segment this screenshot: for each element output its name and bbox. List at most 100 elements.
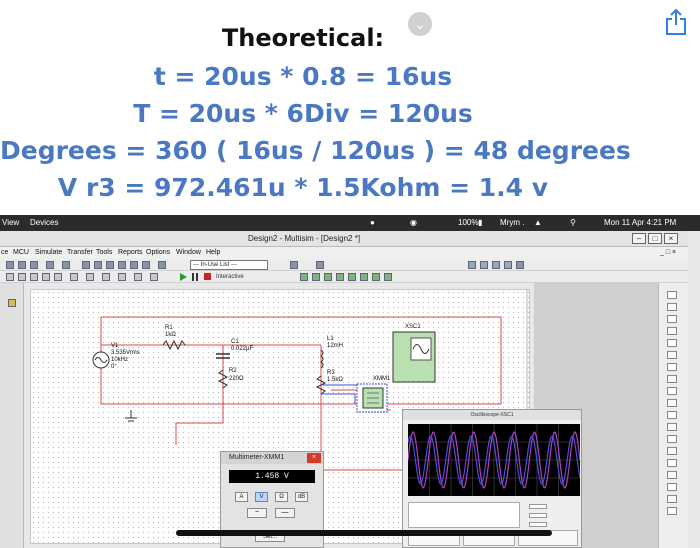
iv-analyzer-icon[interactable] [667, 411, 677, 419]
zoom-out-icon[interactable] [480, 261, 488, 269]
oscilloscope-title[interactable]: Oscilloscope-XSC1 [403, 410, 581, 420]
chevron-down-icon[interactable]: ⌄ [408, 12, 432, 36]
ground-icon[interactable] [18, 273, 26, 281]
instrument-icon[interactable] [300, 273, 308, 281]
mixed-icon[interactable] [86, 273, 94, 281]
search-icon[interactable]: ⚲ [570, 215, 576, 231]
instrument-icon[interactable] [348, 273, 356, 281]
in-use-list-dropdown[interactable]: --- In-Use List --- [190, 260, 268, 270]
zoom-in-icon[interactable] [468, 261, 476, 269]
bode-plotter-icon[interactable] [667, 351, 677, 359]
stop-icon[interactable] [204, 273, 211, 280]
transistor-icon[interactable] [54, 273, 62, 281]
probe-icon[interactable] [290, 261, 298, 269]
database-icon[interactable] [106, 261, 114, 269]
function-generator-icon[interactable] [667, 303, 677, 311]
design-toolbox-panel [0, 283, 24, 548]
instrument-icon[interactable] [360, 273, 368, 281]
postprocessor-icon[interactable] [142, 261, 150, 269]
oscilloscope-window[interactable]: Oscilloscope-XSC1 [402, 409, 582, 548]
measure-icon[interactable] [316, 261, 324, 269]
indicator-icon[interactable] [102, 273, 110, 281]
save-button[interactable] [529, 513, 547, 518]
menu-options[interactable]: Options [146, 247, 170, 259]
folder-icon[interactable] [8, 299, 16, 307]
grid-icon[interactable] [82, 261, 90, 269]
fullscreen-icon[interactable] [516, 261, 524, 269]
microphone-icon[interactable]: ● [370, 215, 375, 231]
maximize-button[interactable]: □ [648, 233, 662, 244]
close-button[interactable]: × [664, 233, 678, 244]
os-menu-devices[interactable]: Devices [30, 215, 58, 231]
instrument-icon[interactable] [384, 273, 392, 281]
source-icon[interactable] [6, 273, 14, 281]
menu-transfer[interactable]: Transfer [67, 247, 93, 259]
ext-trigger-button[interactable] [529, 522, 547, 527]
zoom-area-icon[interactable] [492, 261, 500, 269]
run-icon[interactable] [180, 273, 187, 281]
mode-ammeter-button[interactable]: A [235, 492, 248, 502]
zoom-fit-icon[interactable] [504, 261, 512, 269]
frequency-counter-icon[interactable] [667, 363, 677, 371]
oscilloscope-icon[interactable] [667, 327, 677, 335]
reverse-button[interactable] [529, 504, 547, 509]
paste-icon[interactable] [30, 261, 38, 269]
word-generator-icon[interactable] [667, 375, 677, 383]
wifi-icon[interactable]: ▲ [534, 215, 542, 231]
ic-icon[interactable] [70, 273, 78, 281]
menu-mcu[interactable]: MCU [13, 247, 29, 259]
logic-analyzer-icon[interactable] [667, 387, 677, 395]
logic-converter-icon[interactable] [667, 399, 677, 407]
component-icon[interactable] [118, 261, 126, 269]
undo-icon[interactable] [46, 261, 54, 269]
menu-window[interactable]: Window [176, 247, 201, 259]
probe-icon[interactable] [667, 483, 677, 491]
instrument-icon[interactable] [336, 273, 344, 281]
spreadsheet-icon[interactable] [94, 261, 102, 269]
menu-place[interactable]: ce [1, 247, 8, 259]
rf-icon[interactable] [134, 273, 142, 281]
user-name[interactable]: Mrym . [500, 215, 524, 231]
instrument-icon[interactable] [312, 273, 320, 281]
resistor-icon[interactable] [30, 273, 38, 281]
spectrum-analyzer-icon[interactable] [667, 435, 677, 443]
wattmeter-icon[interactable] [667, 315, 677, 323]
menu-help[interactable]: Help [206, 247, 220, 259]
agilent-icon[interactable] [667, 459, 677, 467]
record-icon[interactable]: ◉ [410, 215, 417, 231]
menu-reports[interactable]: Reports [118, 247, 143, 259]
network-analyzer-icon[interactable] [667, 447, 677, 455]
instrument-icon[interactable] [372, 273, 380, 281]
pause-icon[interactable] [192, 273, 198, 281]
tektronix-icon[interactable] [667, 471, 677, 479]
four-channel-scope-icon[interactable] [667, 339, 677, 347]
menu-tools[interactable]: Tools [96, 247, 112, 259]
cut-icon[interactable] [6, 261, 14, 269]
misc-icon[interactable] [118, 273, 126, 281]
home-indicator[interactable] [176, 530, 552, 536]
interactive-label[interactable]: Interactive [216, 272, 244, 282]
breadboard-icon[interactable] [130, 261, 138, 269]
electromechanical-icon[interactable] [150, 273, 158, 281]
diode-icon[interactable] [42, 273, 50, 281]
current-probe-icon[interactable] [667, 507, 677, 515]
copy-icon[interactable] [18, 261, 26, 269]
mdi-controls[interactable]: _ □ × [660, 247, 676, 259]
multimeter-close-button[interactable]: × [307, 453, 321, 463]
help-icon[interactable] [158, 261, 166, 269]
distortion-analyzer-icon[interactable] [667, 423, 677, 431]
instrument-icon[interactable] [324, 273, 332, 281]
mode-decibel-button[interactable]: dB [295, 492, 308, 502]
mode-ohmmeter-button[interactable]: Ω [275, 492, 288, 502]
datetime[interactable]: Mon 11 Apr 4:21 PM [604, 215, 676, 231]
mode-voltmeter-button[interactable]: V [255, 492, 268, 502]
os-menu-view[interactable]: View [2, 215, 19, 231]
minimize-button[interactable]: – [632, 233, 646, 244]
dc-mode-button[interactable]: — [275, 508, 295, 518]
share-icon[interactable] [664, 8, 688, 36]
menu-simulate[interactable]: Simulate [35, 247, 62, 259]
redo-icon[interactable] [62, 261, 70, 269]
labview-icon[interactable] [667, 495, 677, 503]
multimeter-icon[interactable] [667, 291, 677, 299]
ac-mode-button[interactable]: ~ [247, 508, 267, 518]
